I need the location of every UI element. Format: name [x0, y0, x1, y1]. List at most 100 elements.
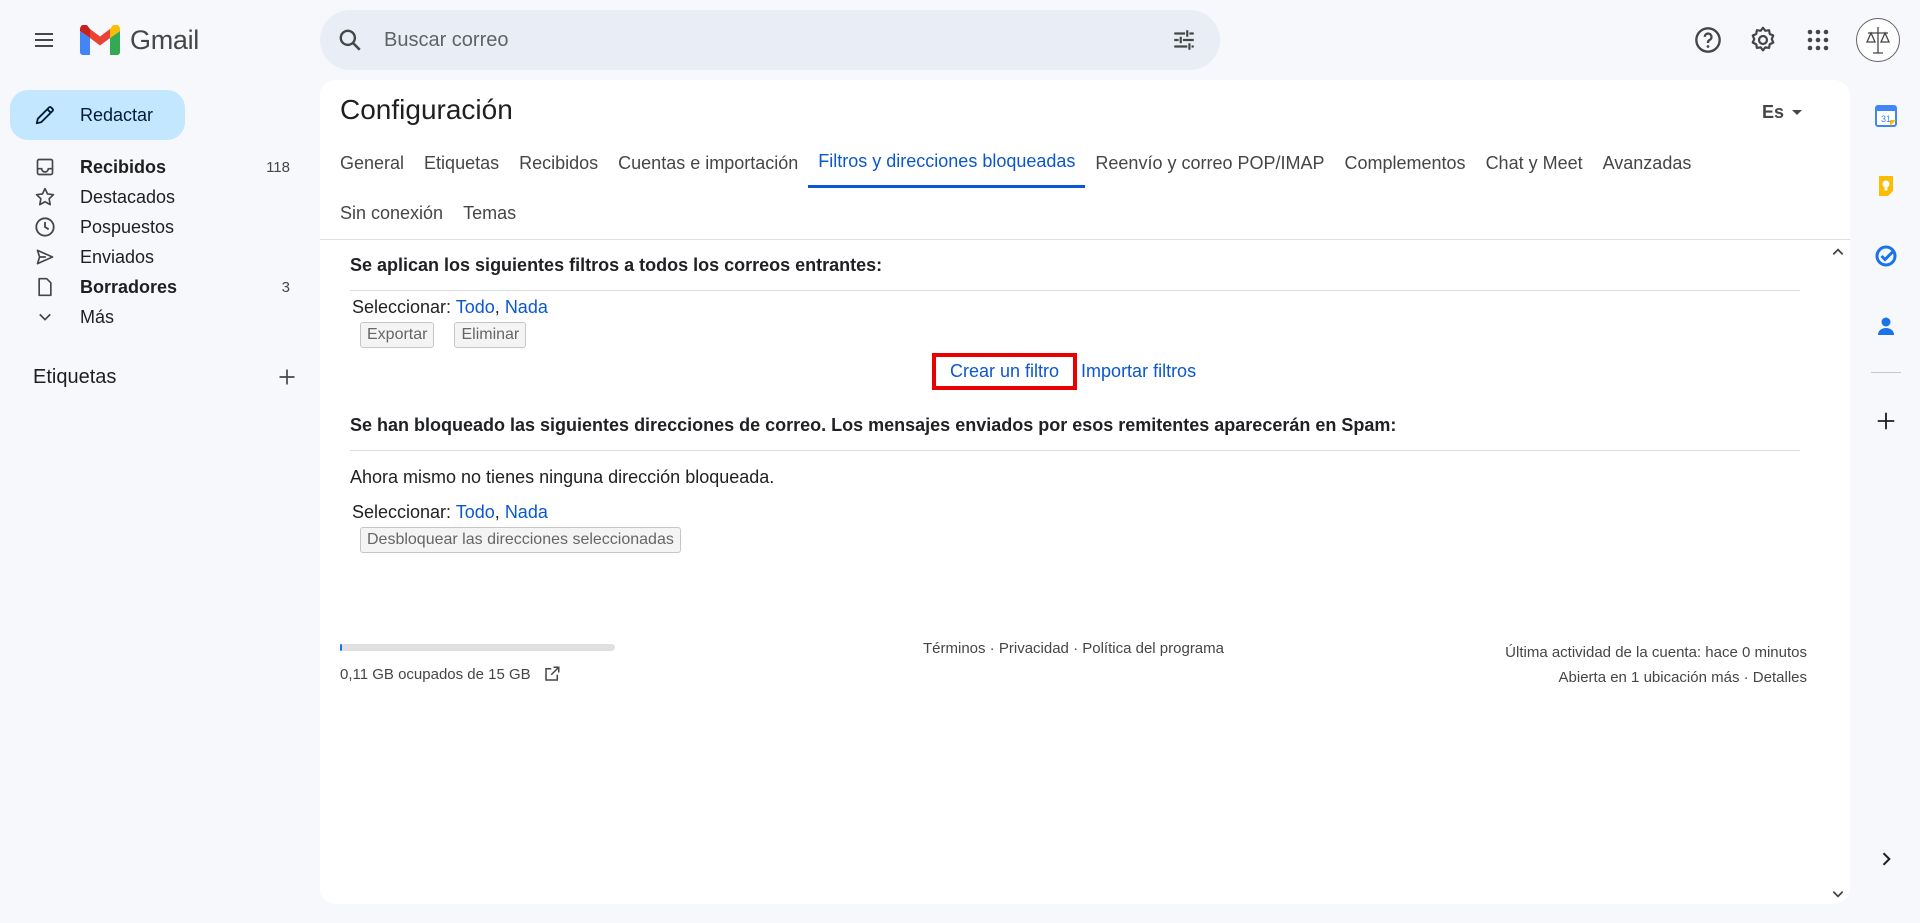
hamburger-menu-icon [35, 33, 53, 47]
calendar-icon: 31 [1875, 105, 1897, 127]
gmail-logo[interactable]: Gmail [80, 22, 199, 58]
sidebar-item-starred[interactable]: Destacados [0, 182, 310, 212]
select-all-blocked-link[interactable]: Todo [456, 502, 495, 522]
create-filter-link[interactable]: Crear un filtro [932, 353, 1078, 390]
tab-advanced[interactable]: Avanzadas [1593, 138, 1702, 188]
create-label-button[interactable] [277, 367, 297, 387]
separator: · [985, 640, 999, 657]
contacts-icon [1878, 317, 1894, 335]
storage-usage-text: 0,11 GB ocupados de 15 GB [340, 665, 531, 683]
details-link[interactable]: Detalles [1753, 669, 1807, 686]
open-locations-row: Abierta en 1 ubicación más · Detalles [1505, 665, 1807, 690]
search-input[interactable] [384, 28, 1156, 52]
avatar-icon [1865, 27, 1891, 54]
privacy-link[interactable]: Privacidad [999, 640, 1069, 657]
side-panel: 31 [1862, 92, 1910, 467]
tab-chat-meet[interactable]: Chat y Meet [1476, 138, 1593, 188]
sidebar-nav: Recibidos 118 Destacados Pospuestos Envi… [0, 152, 310, 332]
tab-offline[interactable]: Sin conexión [330, 188, 453, 238]
scroll-down-button[interactable] [1826, 882, 1850, 906]
no-blocked-message: Ahora mismo no tienes ninguna dirección … [350, 467, 775, 487]
compose-label: Redactar [80, 104, 154, 125]
tab-filters-blocked[interactable]: Filtros y direcciones bloqueadas [808, 138, 1086, 188]
search-bar[interactable] [320, 10, 1220, 70]
sidebar-item-drafts[interactable]: Borradores 3 [0, 272, 310, 302]
gmail-m-icon [80, 25, 120, 55]
settings-tabs-row-2: Sin conexión Temas [330, 188, 1820, 238]
input-tools-toggle[interactable]: Es [1762, 102, 1802, 123]
select-no-blocked-link[interactable]: Nada [505, 502, 548, 522]
search-button[interactable] [320, 10, 380, 70]
sidebar-item-snoozed[interactable]: Pospuestos [0, 212, 310, 242]
storage-usage-bar [340, 644, 615, 651]
chevron-down-icon [39, 313, 51, 321]
open-locations-text: Abierta en 1 ubicación más [1558, 669, 1740, 686]
tune-icon [1174, 30, 1194, 50]
header-actions [1677, 10, 1920, 70]
scroll-up-button[interactable] [1826, 240, 1850, 264]
compose-button[interactable]: Redactar [10, 90, 185, 140]
divider [350, 290, 1800, 291]
account-avatar[interactable] [1856, 18, 1900, 62]
blocked-heading: Se han bloqueado las siguientes direccio… [350, 414, 1397, 435]
sidebar-item-more[interactable]: Más [0, 302, 310, 332]
contacts-button[interactable] [1862, 302, 1910, 350]
help-icon [1695, 27, 1721, 53]
language-code: Es [1761, 102, 1784, 122]
tab-general[interactable]: General [330, 138, 414, 188]
tab-labels[interactable]: Etiquetas [414, 138, 509, 188]
sidebar-item-sent[interactable]: Enviados [0, 242, 310, 272]
main-menu-button[interactable] [20, 16, 68, 64]
separator: · [1068, 640, 1083, 657]
calendar-button[interactable]: 31 [1862, 92, 1910, 140]
support-button[interactable] [1684, 16, 1732, 64]
tab-addons[interactable]: Complementos [1335, 138, 1476, 188]
tab-inbox[interactable]: Recibidos [509, 138, 608, 188]
tab-themes[interactable]: Temas [453, 188, 526, 238]
tab-forwarding-pop-imap[interactable]: Reenvío y correo POP/IMAP [1085, 138, 1334, 188]
storage-text-row: 0,11 GB ocupados de 15 GB [340, 665, 615, 683]
sidebar-item-label: Pospuestos [80, 216, 175, 237]
storage-info: 0,11 GB ocupados de 15 GB [340, 644, 615, 683]
sidebar-item-label: Destacados [80, 186, 176, 207]
delete-filters-button[interactable]: Eliminar [454, 322, 527, 348]
storage-usage-fill [340, 644, 342, 651]
draft-icon [38, 277, 52, 297]
chevron-down-icon [1832, 891, 1844, 898]
tabs-divider [320, 239, 1850, 240]
search-options-button[interactable] [1156, 12, 1212, 68]
keep-icon [1879, 176, 1893, 196]
sidebar-item-inbox[interactable]: Recibidos 118 [0, 152, 310, 182]
program-policy-link[interactable]: Política del programa [1082, 640, 1224, 657]
plus-icon [279, 369, 295, 385]
star-icon [35, 187, 55, 206]
apps-grid-icon [1807, 29, 1829, 51]
sidebar-item-label: Borradores [80, 276, 178, 297]
tasks-icon [1875, 245, 1897, 267]
tab-accounts-import[interactable]: Cuentas e importación [608, 138, 808, 188]
open-in-new-icon[interactable] [543, 665, 561, 683]
top-bar: Gmail [0, 0, 1920, 80]
gmail-wordmark: Gmail [130, 24, 200, 55]
tasks-button[interactable] [1862, 232, 1910, 280]
separator: · [1739, 669, 1753, 686]
keep-button[interactable] [1862, 162, 1910, 210]
get-addons-button[interactable] [1862, 397, 1910, 445]
blocked-select-row: Seleccionar: Todo, Nada [352, 502, 548, 522]
export-filters-button[interactable]: Exportar [360, 322, 435, 348]
unblock-selected-button[interactable]: Desbloquear las direcciones seleccionada… [360, 527, 681, 553]
select-all-filters-link[interactable]: Todo [456, 297, 495, 317]
import-filters-link[interactable]: Importar filtros [1081, 361, 1196, 382]
select-label: Seleccionar: [352, 502, 452, 522]
select-no-filters-link[interactable]: Nada [505, 297, 548, 317]
filters-select-row: Seleccionar: Todo, Nada [352, 297, 548, 317]
divider [350, 450, 1800, 451]
apps-button[interactable] [1794, 16, 1842, 64]
last-activity-text: Última actividad de la cuenta: hace 0 mi… [1505, 644, 1807, 661]
filters-actions: Exportar Eliminar [360, 322, 1800, 348]
terms-link[interactable]: Términos [923, 640, 986, 657]
sidebar-item-label: Enviados [80, 246, 155, 267]
account-activity: Última actividad de la cuenta: hace 0 mi… [1505, 640, 1807, 690]
show-side-panel-button[interactable] [1862, 835, 1910, 883]
settings-button[interactable] [1739, 16, 1787, 64]
